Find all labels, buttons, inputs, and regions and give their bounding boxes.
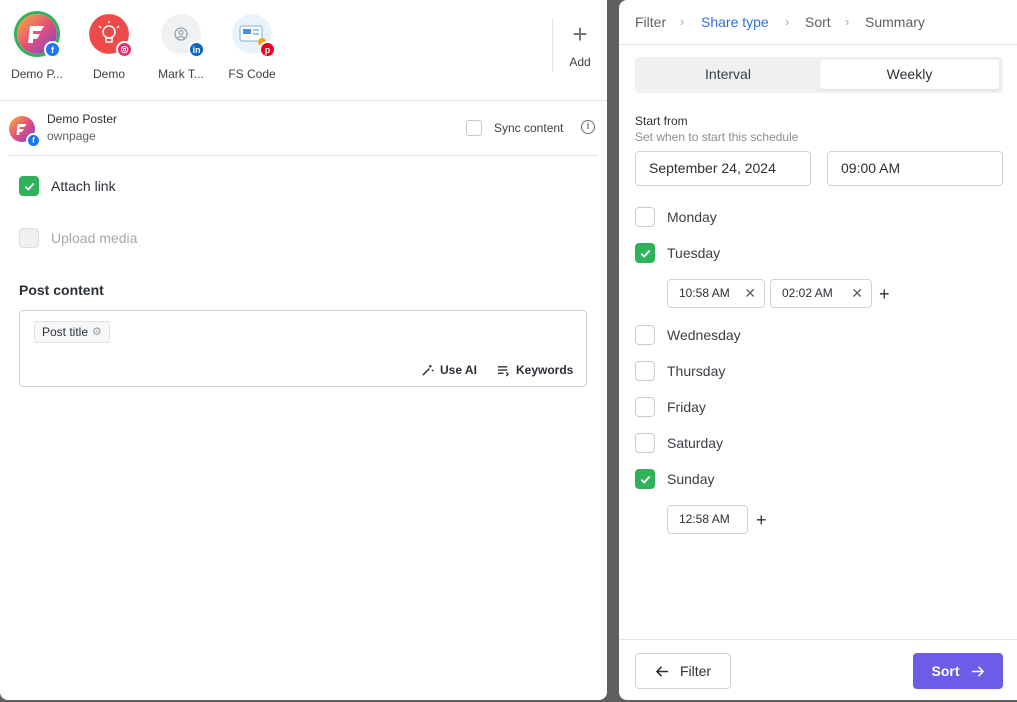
crumb-share-type[interactable]: Share type (701, 14, 769, 30)
friday-checkbox[interactable] (635, 397, 655, 417)
time-chip[interactable]: 10:58 AM ✕ (667, 279, 765, 308)
arrow-right-icon (971, 665, 984, 677)
chevron-right-icon: › (845, 14, 850, 29)
time-chip[interactable]: 12:58 AM (667, 505, 748, 534)
pinterest-icon: p (259, 41, 276, 58)
crumb-filter[interactable]: Filter (635, 14, 666, 30)
info-icon[interactable]: i (581, 120, 595, 134)
attach-link-label: Attach link (51, 178, 116, 194)
account-name: Demo (92, 67, 125, 81)
check-icon (640, 475, 650, 484)
crumb-summary[interactable]: Summary (865, 14, 925, 30)
close-icon[interactable]: ✕ (744, 280, 756, 307)
gear-icon[interactable]: ⚙ (92, 322, 102, 342)
instagram-icon: ◎ (116, 41, 133, 58)
start-date-field[interactable]: September 24, 2024 (635, 151, 811, 186)
arrow-left-icon (655, 665, 669, 677)
post-content-title: Post content (19, 282, 104, 298)
post-content-editor[interactable]: Post title ⚙ Use AI Keywords (19, 310, 587, 387)
tuesday-checkbox[interactable] (635, 243, 655, 263)
start-from-label: Start from (635, 114, 688, 128)
add-label: Add (569, 55, 591, 69)
post-editor-panel: f Demo P... ◎ Demo in Mark T... p FS Cod… (0, 0, 607, 700)
monday-checkbox[interactable] (635, 207, 655, 227)
account-selector: f Demo P... ◎ Demo in Mark T... p FS Cod… (0, 0, 607, 101)
next-label: Sort (931, 663, 960, 679)
monday-label: Monday (667, 209, 717, 225)
check-icon (640, 249, 650, 258)
schedule-panel: Filter › Share type › Sort › Summary Int… (619, 0, 1017, 700)
add-time-plus-icon[interactable]: + (879, 285, 890, 303)
wednesday-label: Wednesday (667, 327, 741, 343)
upload-media-label: Upload media (51, 230, 138, 246)
use-ai-label: Use AI (440, 363, 477, 377)
time-chip-label: 12:58 AM (679, 512, 730, 526)
chevron-right-icon: › (680, 14, 685, 29)
selected-page-row: f Demo Poster ownpage Sync content i (8, 101, 598, 156)
page-name: Demo Poster (47, 112, 118, 126)
divider (552, 18, 553, 72)
schedule-type-toggle: Interval Weekly (635, 57, 1003, 93)
start-time-field[interactable]: 09:00 AM (827, 151, 1003, 186)
account-avatar: ◎ (89, 14, 133, 58)
breadcrumb: Filter › Share type › Sort › Summary (619, 0, 1017, 45)
use-ai-button[interactable]: Use AI (421, 363, 477, 377)
saturday-label: Saturday (667, 435, 724, 451)
thursday-label: Thursday (667, 363, 726, 379)
back-label: Filter (679, 663, 712, 679)
page-avatar: f (9, 116, 41, 148)
list-icon (497, 365, 509, 376)
facebook-icon: f (44, 41, 61, 58)
attach-link-checkbox[interactable] (19, 176, 39, 196)
add-account-button[interactable]: + Add (559, 20, 601, 69)
account-name: Mark T... (158, 67, 204, 81)
time-chip[interactable]: 02:02 AM ✕ (770, 279, 872, 308)
account-avatar: f (17, 14, 61, 58)
account-demo[interactable]: ◎ Demo (73, 14, 145, 81)
thursday-checkbox[interactable] (635, 361, 655, 381)
sunday-label: Sunday (667, 471, 715, 487)
magic-wand-icon (422, 364, 434, 376)
account-avatar: p (232, 14, 276, 58)
facebook-icon: f (26, 133, 41, 148)
keywords-label: Keywords (516, 363, 574, 377)
start-from-help: Set when to start this schedule (635, 130, 799, 144)
tag-label: Post title (42, 325, 89, 339)
tuesday-label: Tuesday (667, 245, 721, 261)
friday-label: Friday (667, 399, 706, 415)
time-chip-label: 10:58 AM (679, 286, 730, 300)
account-name: Demo P... (11, 67, 63, 81)
add-time-plus-icon[interactable]: + (756, 511, 767, 529)
tab-weekly[interactable]: Weekly (820, 60, 999, 89)
check-icon (24, 182, 34, 191)
back-button[interactable]: Filter (635, 653, 731, 689)
wizard-footer: Filter Sort (619, 639, 1017, 700)
sync-content-checkbox[interactable] (466, 120, 482, 136)
account-mark[interactable]: in Mark T... (145, 14, 217, 81)
keywords-button[interactable]: Keywords (497, 363, 573, 377)
linkedin-icon: in (188, 41, 205, 58)
time-chip-label: 02:02 AM (782, 286, 833, 300)
account-fs-code[interactable]: p FS Code (216, 14, 288, 81)
next-button[interactable]: Sort (913, 653, 1003, 689)
saturday-checkbox[interactable] (635, 433, 655, 453)
sync-content-label: Sync content (494, 121, 564, 135)
page-type: ownpage (47, 129, 96, 143)
upload-media-checkbox[interactable] (19, 228, 39, 248)
account-name: FS Code (228, 67, 276, 81)
sunday-checkbox[interactable] (635, 469, 655, 489)
post-title-tag[interactable]: Post title ⚙ (34, 321, 110, 343)
tab-interval[interactable]: Interval (638, 60, 818, 89)
account-avatar: in (161, 14, 205, 58)
chevron-right-icon: › (785, 14, 790, 29)
wednesday-checkbox[interactable] (635, 325, 655, 345)
plus-icon: + (572, 19, 588, 49)
close-icon[interactable]: ✕ (851, 280, 863, 307)
crumb-sort[interactable]: Sort (805, 14, 831, 30)
account-demo-poster[interactable]: f Demo P... (1, 14, 73, 81)
